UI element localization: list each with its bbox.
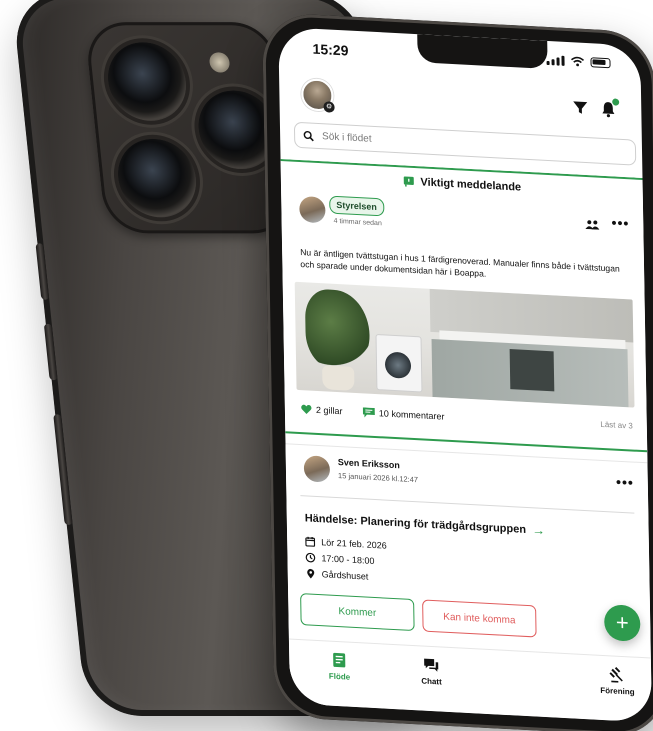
status-icons xyxy=(546,55,611,69)
heart-icon xyxy=(301,404,312,414)
event-location: Gårdshuset xyxy=(321,569,369,582)
chat-icon xyxy=(424,658,439,672)
volume-button xyxy=(35,243,50,300)
event-date: Lör 21 feb. 2026 xyxy=(321,537,387,551)
tab-chat[interactable]: Chatt xyxy=(401,655,461,687)
author-tag[interactable]: Styrelsen xyxy=(329,195,384,217)
status-time: 15:29 xyxy=(312,40,349,59)
tab-feed[interactable]: Flöde xyxy=(309,651,369,683)
location-pin-icon xyxy=(307,568,315,579)
camera-lens-icon xyxy=(114,138,200,218)
event-title: Händelse: Planering för trädgårdsgruppen xyxy=(304,511,527,536)
post-time: 4 timmar sedan xyxy=(333,217,382,228)
tab-association[interactable]: Förening xyxy=(587,665,647,697)
author-avatar[interactable] xyxy=(299,195,326,224)
important-label: Viktigt meddelande xyxy=(420,176,522,194)
arrow-right-icon: → xyxy=(531,522,546,538)
feed-post-event: Sven Eriksson 15 januari 2026 kl.12:47 •… xyxy=(285,443,651,648)
post-image[interactable] xyxy=(294,281,635,408)
like-count: 2 gillar xyxy=(315,404,343,417)
author-name[interactable]: Sven Eriksson xyxy=(338,457,400,470)
filter-icon[interactable] xyxy=(571,98,589,117)
flash-icon xyxy=(208,52,231,73)
like-button[interactable]: 2 gillar xyxy=(301,404,343,417)
battery-icon xyxy=(590,57,611,69)
stage: 15:29 ⚙ Sök i flödet Viktigt meddelande … xyxy=(0,0,653,731)
profile-badge-icon: ⚙ xyxy=(323,101,335,113)
front-phone: 15:29 ⚙ Sök i flödet Viktigt meddelande … xyxy=(262,12,653,731)
washing-machine xyxy=(375,334,423,393)
read-by[interactable]: Läst av 3 xyxy=(600,420,633,431)
tab-label: Chatt xyxy=(421,676,442,687)
search-input[interactable] xyxy=(319,129,495,152)
author-avatar[interactable] xyxy=(303,455,331,483)
post-date: 15 januari 2026 kl.12:47 xyxy=(337,471,419,485)
volume-button xyxy=(43,323,58,381)
profile-avatar[interactable]: ⚙ xyxy=(301,78,335,113)
gavel-icon xyxy=(609,666,623,683)
side-button xyxy=(53,414,73,525)
comment-icon xyxy=(362,407,375,418)
group-icon xyxy=(585,220,600,230)
more-options-button[interactable]: ••• xyxy=(611,214,629,231)
notification-dot xyxy=(612,98,620,106)
wifi-icon xyxy=(570,56,585,67)
decline-button[interactable]: Kan inte komma xyxy=(422,599,537,638)
tab-label: Förening xyxy=(600,685,635,697)
feed-post-important: Viktigt meddelande Styrelsen 4 timmar se… xyxy=(280,158,648,453)
tab-label: Flöde xyxy=(328,671,351,682)
signal-icon xyxy=(546,55,565,66)
notification-button[interactable] xyxy=(599,98,620,119)
search-icon xyxy=(303,130,314,141)
phone-screen: 15:29 ⚙ Sök i flödet Viktigt meddelande … xyxy=(278,26,652,723)
comment-count: 10 kommentarer xyxy=(378,408,445,422)
rsvp-buttons: Kommer Kan inte komma xyxy=(288,592,651,647)
clock-icon xyxy=(305,552,316,563)
attend-button[interactable]: Kommer xyxy=(300,593,415,632)
comments-button[interactable]: 10 kommentarer xyxy=(362,407,445,422)
flag-icon xyxy=(403,176,414,187)
calendar-icon xyxy=(305,536,316,547)
feed-icon xyxy=(333,652,346,668)
event-time: 17:00 - 18:00 xyxy=(321,553,375,566)
camera-lens-icon xyxy=(104,42,190,121)
more-options-button[interactable]: ••• xyxy=(616,474,634,491)
feed: Viktigt meddelande Styrelsen 4 timmar se… xyxy=(280,158,651,659)
